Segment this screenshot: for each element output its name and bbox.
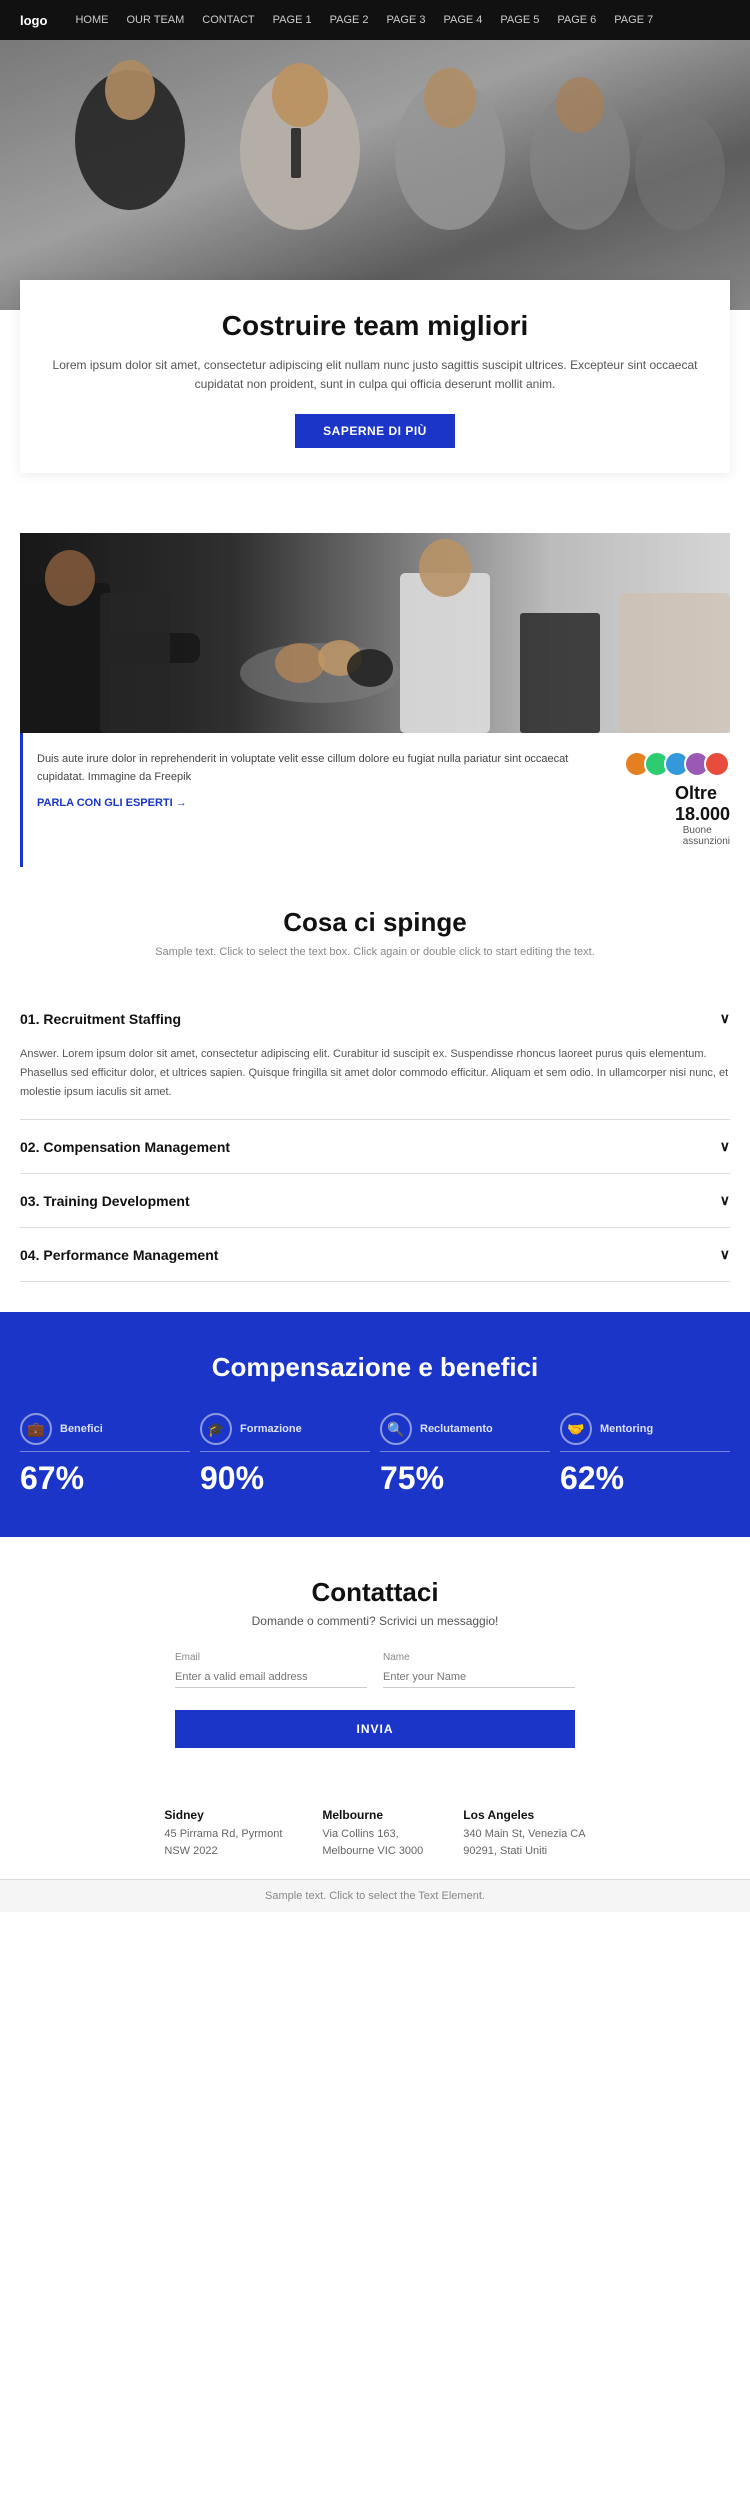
hero-description: Lorem ipsum dolor sit amet, consectetur … <box>50 356 700 394</box>
name-group: Name <box>383 1652 575 1688</box>
chevron-icon-3: ∨ <box>720 1192 730 1209</box>
mentoring-icon: 🤝 <box>560 1413 592 1445</box>
info-link[interactable]: PARLA CON GLI ESPERTI <box>37 797 187 809</box>
footer-note: Sample text. Click to select the Text El… <box>0 1879 750 1912</box>
comp-label-0: Benefici <box>60 1423 103 1435</box>
hero-cta-button[interactable]: SAPERNE DI PIÙ <box>295 414 455 448</box>
compensation-grid: 💼 Benefici 67% 🎓 Formazione 90% 🔍 Reclut… <box>20 1413 730 1497</box>
comp-percent-0: 67% <box>20 1460 190 1497</box>
comp-label-3: Mentoring <box>600 1423 653 1435</box>
comp-mentoring: 🤝 Mentoring 62% <box>560 1413 730 1497</box>
nav-page4[interactable]: PAGE 4 <box>443 14 482 26</box>
comp-percent-3: 62% <box>560 1460 730 1497</box>
name-input[interactable] <box>383 1667 575 1688</box>
contact-subtitle: Domande o commenti? Scrivici un messaggi… <box>20 1614 730 1628</box>
footer-text: Sample text. Click to select the Text El… <box>265 1890 485 1902</box>
navbar: logo HOME OUR TEAM CONTACT PAGE 1 PAGE 2… <box>0 0 750 40</box>
contact-title: Contattaci <box>20 1577 730 1608</box>
comp-benefici: 💼 Benefici 67% <box>20 1413 190 1497</box>
compensation-title: Compensazione e benefici <box>20 1352 730 1383</box>
info-body: Duis aute irure dolor in reprehenderit i… <box>37 751 600 786</box>
nav-page1[interactable]: PAGE 1 <box>273 14 312 26</box>
hero-card: Costruire team migliori Lorem ipsum dolo… <box>20 280 730 473</box>
contact-form: Email Name INVIA <box>175 1652 575 1748</box>
office-la-address: 340 Main St, Venezia CA90291, Stati Unit… <box>463 1826 585 1859</box>
reclutamento-icon: 🔍 <box>380 1413 412 1445</box>
nav-our-team[interactable]: OUR TEAM <box>126 14 184 26</box>
chevron-icon-2: ∨ <box>720 1138 730 1155</box>
accordion-title-4: 04. Performance Management <box>20 1247 218 1263</box>
benefici-icon: 💼 <box>20 1413 52 1445</box>
name-label: Name <box>383 1652 575 1663</box>
nav-home[interactable]: HOME <box>75 14 108 26</box>
contact-section: Contattaci Domande o commenti? Scrivici … <box>0 1537 750 1778</box>
comp-icon-row-0: 💼 Benefici <box>20 1413 190 1445</box>
comp-percent-2: 75% <box>380 1460 550 1497</box>
accordion-title-3: 03. Training Development <box>20 1193 190 1209</box>
logo: logo <box>20 13 47 28</box>
info-stats: Oltre18.000 Buoneassunzioni <box>620 751 730 847</box>
team-image <box>20 533 730 733</box>
cosa-section: Cosa ci spinge Sample text. Click to sel… <box>0 867 750 992</box>
accordion-item-3: 03. Training Development ∨ <box>20 1174 730 1228</box>
comp-reclutamento: 🔍 Reclutamento 75% <box>380 1413 550 1497</box>
nav-page6[interactable]: PAGE 6 <box>557 14 596 26</box>
chevron-icon-1: ∨ <box>720 1010 730 1027</box>
office-la: Los Angeles 340 Main St, Venezia CA90291… <box>463 1808 585 1859</box>
accordion-header-1[interactable]: 01. Recruitment Staffing ∨ <box>20 992 730 1045</box>
nav-page7[interactable]: PAGE 7 <box>614 14 653 26</box>
accordion-item-4: 04. Performance Management ∨ <box>20 1228 730 1282</box>
chevron-icon-4: ∨ <box>720 1246 730 1263</box>
email-group: Email <box>175 1652 367 1688</box>
accordion-header-4[interactable]: 04. Performance Management ∨ <box>20 1228 730 1281</box>
email-label: Email <box>175 1652 367 1663</box>
office-melbourne-city: Melbourne <box>322 1808 423 1822</box>
info-row: Duis aute irure dolor in reprehenderit i… <box>20 733 730 867</box>
comp-icon-row-2: 🔍 Reclutamento <box>380 1413 550 1445</box>
comp-formazione: 🎓 Formazione 90% <box>200 1413 370 1497</box>
office-sydney-address: 45 Pirrama Rd, PyrmontNSW 2022 <box>164 1826 282 1859</box>
submit-button[interactable]: INVIA <box>175 1710 575 1748</box>
cosa-subtitle: Sample text. Click to select the text bo… <box>20 946 730 958</box>
office-la-city: Los Angeles <box>463 1808 585 1822</box>
form-row: Email Name <box>175 1652 575 1688</box>
accordion-item-1: 01. Recruitment Staffing ∨ Answer. Lorem… <box>20 992 730 1120</box>
comp-icon-row-3: 🤝 Mentoring <box>560 1413 730 1445</box>
accordion-title-1: 01. Recruitment Staffing <box>20 1011 181 1027</box>
comp-percent-1: 90% <box>200 1460 370 1497</box>
accordion-header-2[interactable]: 02. Compensation Management ∨ <box>20 1120 730 1173</box>
office-sydney-city: Sidney <box>164 1808 282 1822</box>
comp-icon-row-1: 🎓 Formazione <box>200 1413 370 1445</box>
avatar <box>704 751 730 777</box>
cosa-title: Cosa ci spinge <box>20 907 730 938</box>
accordion-body-1: Answer. Lorem ipsum dolor sit amet, cons… <box>20 1045 730 1119</box>
compensation-section: Compensazione e benefici 💼 Benefici 67% … <box>0 1312 750 1537</box>
nav-page2[interactable]: PAGE 2 <box>330 14 369 26</box>
nav-page3[interactable]: PAGE 3 <box>387 14 426 26</box>
stat-label: Buoneassunzioni <box>683 825 730 847</box>
team-image-section <box>20 533 730 733</box>
accordion-header-3[interactable]: 03. Training Development ∨ <box>20 1174 730 1227</box>
accordion-title-2: 02. Compensation Management <box>20 1139 230 1155</box>
comp-label-2: Reclutamento <box>420 1423 493 1435</box>
info-text: Duis aute irure dolor in reprehenderit i… <box>37 751 600 810</box>
stat-number: Oltre18.000 <box>675 783 730 825</box>
office-sydney: Sidney 45 Pirrama Rd, PyrmontNSW 2022 <box>164 1808 282 1859</box>
hero-title: Costruire team migliori <box>50 310 700 342</box>
offices: Sidney 45 Pirrama Rd, PyrmontNSW 2022 Me… <box>0 1778 750 1879</box>
hero-image <box>0 40 750 310</box>
accordion-item-2: 02. Compensation Management ∨ <box>20 1120 730 1174</box>
office-melbourne: Melbourne Via Collins 163,Melbourne VIC … <box>322 1808 423 1859</box>
nav-contact[interactable]: CONTACT <box>202 14 254 26</box>
office-melbourne-address: Via Collins 163,Melbourne VIC 3000 <box>322 1826 423 1859</box>
nav-page5[interactable]: PAGE 5 <box>500 14 539 26</box>
formazione-icon: 🎓 <box>200 1413 232 1445</box>
comp-label-1: Formazione <box>240 1423 302 1435</box>
accordion: 01. Recruitment Staffing ∨ Answer. Lorem… <box>20 992 730 1282</box>
email-input[interactable] <box>175 1667 367 1688</box>
avatars <box>624 751 730 777</box>
